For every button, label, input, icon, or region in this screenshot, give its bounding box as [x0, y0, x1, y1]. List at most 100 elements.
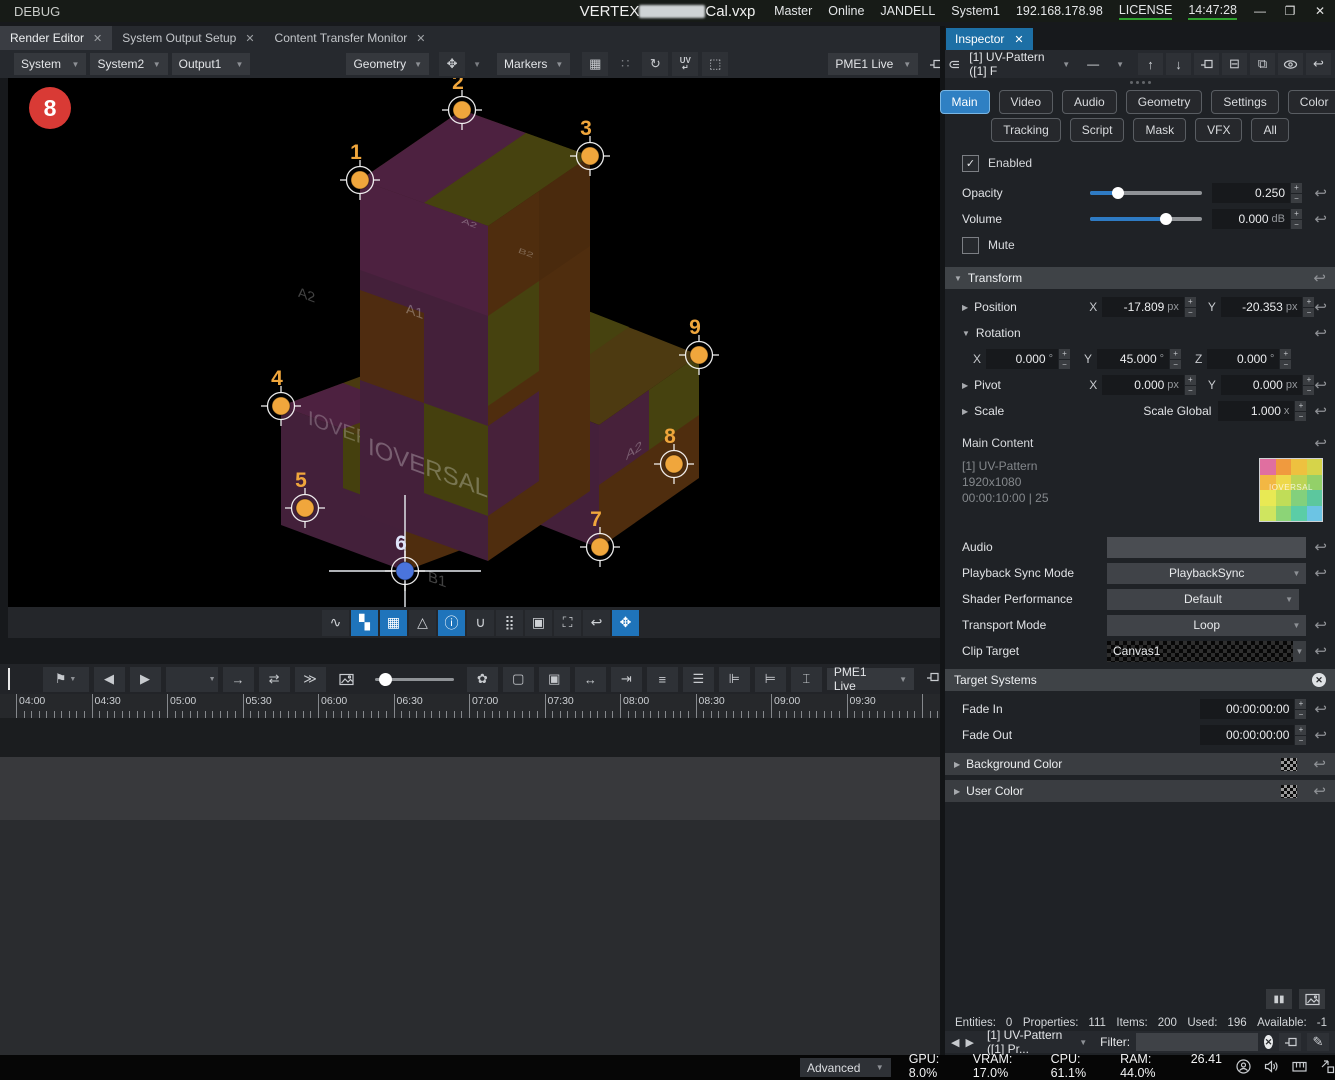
category-tab-geometry[interactable]: Geometry — [1126, 90, 1203, 114]
license-button[interactable]: LICENSE — [1119, 3, 1173, 20]
append-track-button[interactable]: ⊨ — [755, 667, 786, 692]
rotation-y-value[interactable]: 45.000° — [1097, 349, 1169, 369]
waveform-button[interactable]: ∿ — [322, 610, 349, 636]
range-select-button[interactable]: ⌶ — [791, 667, 822, 692]
minimize-button[interactable]: — — [1253, 4, 1267, 18]
expand-button[interactable]: ⛶ — [554, 610, 581, 636]
next-entity-button[interactable]: ▶ — [965, 1036, 973, 1049]
category-tab-main[interactable]: Main — [940, 90, 990, 114]
category-tab-color[interactable]: Color — [1288, 90, 1335, 114]
grid-toggle-button[interactable]: ▦ — [582, 52, 608, 76]
timeline-ruler[interactable]: 04:0004:3005:0005:3006:0006:3007:0007:30… — [0, 694, 940, 718]
clear-icon[interactable]: ✕ — [1312, 673, 1326, 687]
undo-icon[interactable]: ↩ — [1313, 755, 1326, 773]
playback-sync-select[interactable]: PlaybackSync▼ — [1107, 563, 1306, 584]
close-icon[interactable]: ✕ — [245, 32, 254, 45]
keys-icon[interactable] — [1292, 1059, 1307, 1077]
bounds-button[interactable]: ▣ — [525, 610, 552, 636]
cue-flag-button[interactable]: ⚑ ▼ — [43, 667, 89, 692]
undo-icon[interactable]: ↩ — [1313, 782, 1326, 800]
position-x-stepper[interactable]: +− — [1185, 297, 1196, 317]
undo-icon[interactable]: ↩ — [1314, 538, 1327, 556]
move-tool-button[interactable]: ✥ — [439, 52, 465, 76]
selection-rect-button[interactable]: ⬚ — [702, 52, 728, 76]
gizmo-button[interactable]: ✥ — [612, 610, 639, 636]
rotation-x-value[interactable]: 0.000° — [986, 349, 1058, 369]
move-up-button[interactable]: ↑ — [1138, 53, 1163, 75]
rotation-z-value[interactable]: 0.000° — [1207, 349, 1279, 369]
transport-mode-select[interactable]: Loop▼ — [1107, 615, 1306, 636]
pin-icon[interactable] — [925, 670, 940, 688]
category-tab-tracking[interactable]: Tracking — [991, 118, 1061, 142]
category-tab-video[interactable]: Video — [999, 90, 1053, 114]
thumbnail-display-button[interactable] — [331, 667, 362, 692]
frame-view-button[interactable]: ▢ — [503, 667, 534, 692]
render-viewport[interactable]: A2 A2 IOVERSAL B2 A1 IOVERSAL — [8, 78, 940, 607]
markers-select[interactable]: Markers▼ — [497, 53, 570, 75]
dock-button[interactable]: ⊟ — [1222, 53, 1247, 75]
category-tab-all[interactable]: All — [1251, 118, 1288, 142]
magnet-snap-button[interactable]: ∪ — [467, 610, 494, 636]
skip-button[interactable]: ≫ — [295, 667, 326, 692]
clear-filter-icon[interactable]: ✕ — [1264, 1035, 1273, 1049]
pin-button[interactable] — [1279, 1033, 1301, 1051]
target-systems-header[interactable]: Target Systems ✕ — [945, 669, 1335, 691]
pivot-y-stepper[interactable]: +− — [1303, 375, 1314, 395]
background-color-swatch[interactable] — [1281, 758, 1297, 771]
rotation-x-stepper[interactable]: +− — [1059, 349, 1070, 369]
undo-icon[interactable]: ↩ — [1314, 616, 1327, 634]
undo-icon[interactable]: ↩ — [1314, 210, 1327, 228]
fit-horizontal-button[interactable]: ↔ — [575, 667, 606, 692]
frame-selection-button[interactable]: ▣ — [539, 667, 570, 692]
user-color-header[interactable]: ▶User Color ↩ — [945, 780, 1335, 802]
undo-icon[interactable]: ↩ — [1313, 269, 1326, 287]
geometry-mode-select[interactable]: Geometry▼ — [346, 53, 429, 75]
system-select[interactable]: System▼ — [14, 53, 86, 75]
tab-inspector[interactable]: Inspector✕ — [946, 28, 1033, 50]
position-x-value[interactable]: -17.809px — [1102, 297, 1184, 317]
volume-value[interactable]: 0.000dB — [1212, 209, 1290, 229]
uv-reset-button[interactable]: UV↵ — [672, 52, 698, 76]
reset-all-button[interactable]: ↩ — [1306, 53, 1331, 75]
close-button[interactable]: ✕ — [1313, 4, 1327, 18]
content-thumbnail[interactable]: IOVERSAL — [1259, 458, 1323, 522]
volume-slider[interactable] — [1090, 217, 1202, 221]
pin-icon[interactable] — [928, 57, 940, 72]
undo-icon[interactable]: ↩ — [1314, 700, 1327, 718]
fade-in-stepper[interactable]: +− — [1295, 699, 1306, 719]
live-target-select[interactable]: PME1 Live▼ — [828, 53, 918, 75]
transform-section-header[interactable]: ▼Transform ↩ — [945, 267, 1335, 289]
category-tab-script[interactable]: Script — [1070, 118, 1125, 142]
rotation-y-stepper[interactable]: +− — [1170, 349, 1181, 369]
pivot-y-value[interactable]: 0.000px — [1221, 375, 1303, 395]
snap-button[interactable]: ✿ — [467, 667, 498, 692]
volume-stepper[interactable]: +− — [1291, 209, 1302, 229]
timeline-track-header[interactable] — [0, 757, 940, 821]
background-color-header[interactable]: ▶Background Color ↩ — [945, 753, 1335, 775]
entity-nav-select[interactable]: [1] UV-Pattern ([1] Pr...▼ — [980, 1031, 1094, 1053]
position-y-stepper[interactable]: +− — [1303, 297, 1314, 317]
timeline-live-select[interactable]: PME1 Live▼ — [827, 668, 914, 690]
position-y-value[interactable]: -20.353px — [1221, 297, 1303, 317]
tab-content-transfer-monitor[interactable]: Content Transfer Monitor✕ — [265, 26, 436, 50]
zoom-slider[interactable] — [375, 678, 454, 681]
close-icon[interactable]: ✕ — [1014, 33, 1023, 46]
undo-icon[interactable]: ↩ — [1314, 564, 1327, 582]
rotation-z-stepper[interactable]: +− — [1280, 349, 1291, 369]
dot-grid-button[interactable]: ⣿ — [496, 610, 523, 636]
align-center-button[interactable]: ≡ — [647, 667, 678, 692]
shuffle-button[interactable]: ⇄ — [259, 667, 290, 692]
clip-target-select[interactable]: Canvas1 ▼ — [1107, 641, 1306, 662]
pivot-x-value[interactable]: 0.000px — [1102, 375, 1184, 395]
insert-button[interactable]: ⇥ — [611, 667, 642, 692]
texture-preview-button[interactable]: ▚ — [351, 610, 378, 636]
filter-input[interactable] — [1136, 1033, 1258, 1051]
undo-view-button[interactable]: ↩ — [583, 610, 610, 636]
move-down-button[interactable]: ↓ — [1166, 53, 1191, 75]
category-tab-mask[interactable]: Mask — [1133, 118, 1186, 142]
audio-input[interactable] — [1107, 537, 1306, 558]
opacity-stepper[interactable]: +− — [1291, 183, 1302, 203]
preview-image-button[interactable] — [1299, 989, 1325, 1009]
category-tab-vfx[interactable]: VFX — [1195, 118, 1242, 142]
prev-entity-button[interactable]: ◀ — [951, 1036, 959, 1049]
